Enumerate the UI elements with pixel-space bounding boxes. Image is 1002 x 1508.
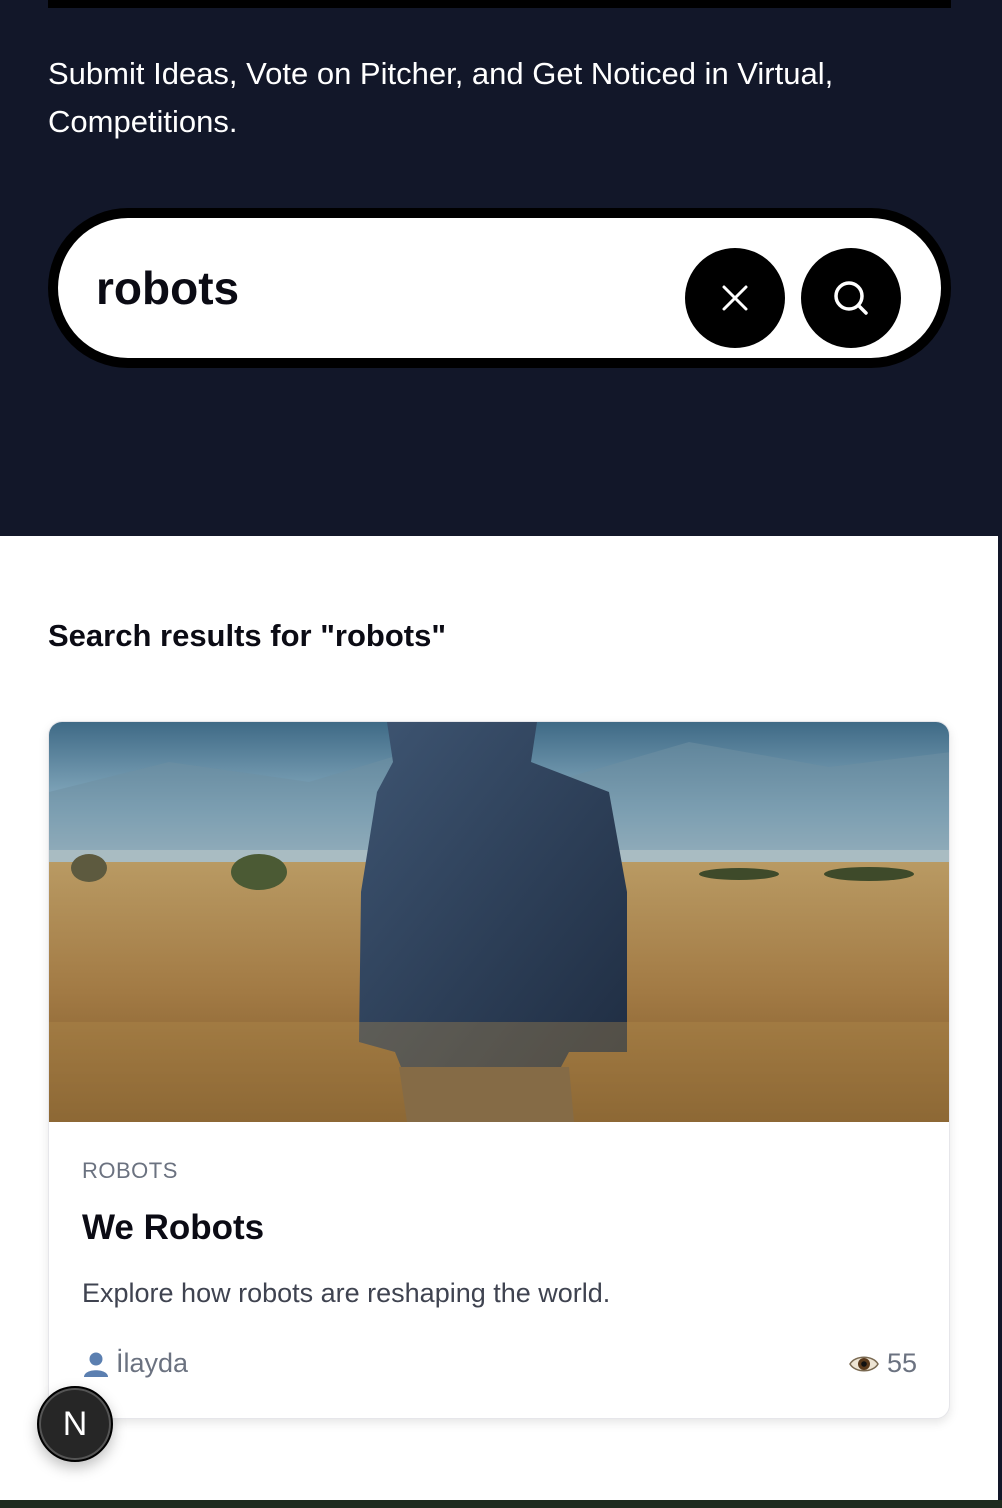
startup-card[interactable]: ROBOTS We Robots Explore how robots are …: [48, 721, 950, 1419]
startup-views: 55: [849, 1348, 917, 1379]
close-icon: [722, 285, 748, 311]
hero-section: Submit Ideas, Vote on Pitcher, and Get N…: [0, 0, 998, 536]
search-input[interactable]: [96, 248, 656, 328]
startup-category[interactable]: ROBOTS: [82, 1158, 178, 1184]
hero-subtitle: Submit Ideas, Vote on Pitcher, and Get N…: [48, 56, 834, 139]
startup-view-count: 55: [886, 1348, 917, 1378]
user-icon: [84, 1352, 108, 1377]
search-submit-button[interactable]: [801, 248, 901, 348]
search-form: [48, 208, 951, 368]
startup-author-name: İlayda: [116, 1348, 189, 1378]
window-edge-bottom: [0, 1500, 1002, 1508]
window-edge-right: [998, 0, 1002, 1508]
startup-title[interactable]: We Robots: [82, 1208, 264, 1248]
nextjs-dev-indicator-button[interactable]: N: [37, 1386, 113, 1462]
startup-image[interactable]: [49, 722, 950, 1122]
results-heading: Search results for "robots": [48, 618, 447, 653]
search-icon: [834, 281, 868, 315]
clear-search-button[interactable]: [685, 248, 785, 348]
startup-description: Explore how robots are reshaping the wor…: [82, 1278, 611, 1308]
hero-top-bar: [48, 0, 951, 8]
startup-author[interactable]: İlayda: [82, 1348, 188, 1379]
search-pill: [58, 218, 941, 358]
eye-icon: [849, 1356, 879, 1371]
